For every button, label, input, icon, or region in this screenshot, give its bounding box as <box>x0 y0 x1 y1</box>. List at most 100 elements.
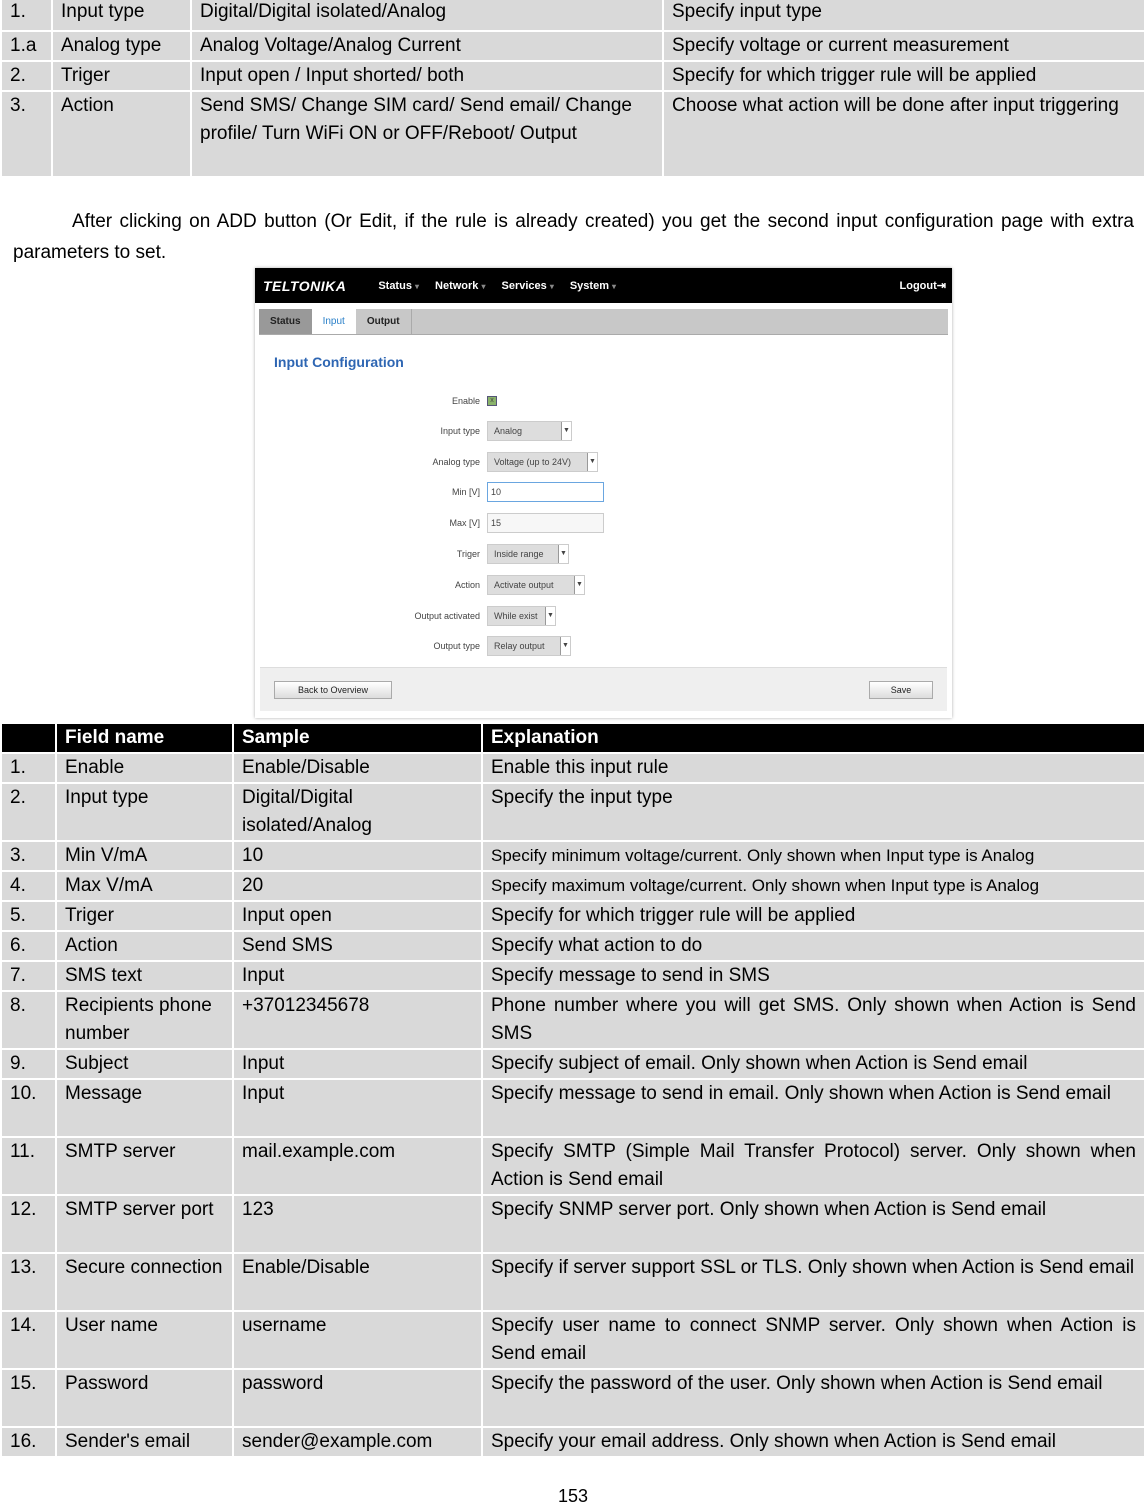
cell-number: 1.a <box>0 30 53 62</box>
cell-sample: Send SMS <box>232 930 483 962</box>
cell-sample: password <box>232 1368 483 1428</box>
cell-explanation: Specify the input type <box>481 782 1146 842</box>
cell-sample: Input <box>232 1078 483 1138</box>
cell-sample: Send SMS/ Change SIM card/ Send email/ C… <box>190 90 664 178</box>
chevron-down-icon: ▾ <box>612 281 617 291</box>
cell-explanation: Specify what action to do <box>481 930 1146 962</box>
cell-field-name: Subject <box>55 1048 234 1080</box>
cell-field-name: Sender's email <box>55 1426 234 1458</box>
back-to-overview-button[interactable]: Back to Overview <box>274 681 392 699</box>
action-select[interactable]: Activate output ▼ <box>487 575 585 595</box>
cell-explanation: Specify subject of email. Only shown whe… <box>481 1048 1146 1080</box>
logout-link[interactable]: Logout⇥ <box>900 279 946 292</box>
dropdown-arrow-icon: ▼ <box>587 453 597 471</box>
cell-field-name: Secure connection <box>55 1252 234 1312</box>
cell-number: 15. <box>0 1368 57 1428</box>
cell-number: 11. <box>0 1136 57 1196</box>
page-title: Input Configuration <box>274 354 404 370</box>
cell-number: 14. <box>0 1310 57 1370</box>
dropdown-arrow-icon: ▼ <box>560 637 570 655</box>
analog-type-select[interactable]: Voltage (up to 24V) ▼ <box>487 452 598 472</box>
header-sample: Sample <box>232 722 483 754</box>
cell-sample: 10 <box>232 840 483 872</box>
menu-status[interactable]: Status ▾ <box>378 280 419 292</box>
cell-explanation: Specify SMTP (Simple Mail Transfer Proto… <box>481 1136 1146 1196</box>
cell-field-name: User name <box>55 1310 234 1370</box>
dropdown-arrow-icon: ▼ <box>561 422 571 440</box>
dropdown-arrow-icon: ▼ <box>545 607 555 625</box>
cell-number: 7. <box>0 960 57 992</box>
cell-sample: sender@example.com <box>232 1426 483 1458</box>
table-row: 8. Recipients phone number +37012345678 Pho… <box>0 990 1146 1050</box>
cell-sample: Input <box>232 960 483 992</box>
table-row: 13. Secure connection Enable/Disable Specif… <box>0 1252 1146 1312</box>
cell-number: 3. <box>0 840 57 872</box>
cell-explanation: Enable this input rule <box>481 752 1146 784</box>
cell-field-name: Analog type <box>51 30 192 62</box>
cell-explanation: Specify the password of the user. Only s… <box>481 1368 1146 1428</box>
tab-status[interactable]: Status <box>259 309 312 334</box>
cell-number: 8. <box>0 990 57 1050</box>
table-row: 12. SMTP server port 123 Specify SNMP serve… <box>0 1194 1146 1254</box>
cell-sample: Analog Voltage/Analog Current <box>190 30 664 62</box>
output-activated-select[interactable]: While exist ▼ <box>487 606 556 626</box>
table-row: 11. SMTP server mail.example.com Specify SM… <box>0 1136 1146 1196</box>
cell-number: 1. <box>0 752 57 784</box>
cell-number: 2. <box>0 782 57 842</box>
cell-field-name: Recipients phone number <box>55 990 234 1050</box>
header-number <box>0 722 57 754</box>
input-type-select[interactable]: Analog ▼ <box>487 421 572 441</box>
cell-explanation: Specify message to send in SMS <box>481 960 1146 992</box>
cell-explanation: Specify SNMP server port. Only shown whe… <box>481 1194 1146 1254</box>
cell-field-name: SMTP server <box>55 1136 234 1196</box>
cell-field-name: Action <box>51 90 192 178</box>
tab-output[interactable]: Output <box>356 309 412 334</box>
page-number: 153 <box>557 1486 589 1506</box>
table-row: 1.a Analog type Analog Voltage/Analog Curr… <box>0 30 1146 62</box>
table-row: 9. Subject Input Specify subject of email. … <box>0 1048 1146 1080</box>
cell-sample: +37012345678 <box>232 990 483 1050</box>
cell-field-name: Max V/mA <box>55 870 234 902</box>
menu-services[interactable]: Services ▾ <box>502 280 554 292</box>
table-row: 4. Max V/mA 20 Specify maximum voltage/curr… <box>0 870 1146 902</box>
cell-explanation: Specify your email address. Only shown w… <box>481 1426 1146 1458</box>
cell-explanation: Specify if server support SSL or TLS. On… <box>481 1252 1146 1312</box>
triger-select[interactable]: Inside range ▼ <box>487 544 569 564</box>
table-row: 1. Enable Enable/Disable Enable this input … <box>0 752 1146 784</box>
max-input[interactable]: 15 <box>487 513 604 533</box>
cell-explanation: Specify user name to connect SNMP server… <box>481 1310 1146 1370</box>
cell-sample: mail.example.com <box>232 1136 483 1196</box>
top-nav: TELTONIKA Status ▾ Network ▾ Services ▾ … <box>255 268 952 303</box>
table-row: 15. Password password Specify the password … <box>0 1368 1146 1428</box>
enable-row: Enable x <box>385 391 497 411</box>
cell-explanation: Specify message to send in email. Only s… <box>481 1078 1146 1138</box>
save-button[interactable]: Save <box>869 681 933 699</box>
output-type-select[interactable]: Relay output ▼ <box>487 636 571 656</box>
table-row: 14. User name username Specify user name to… <box>0 1310 1146 1370</box>
cell-sample: Digital/Digital isolated/Analog <box>190 0 664 32</box>
cell-field-name: Input type <box>51 0 192 32</box>
router-screenshot: TELTONIKA Status ▾ Network ▾ Services ▾ … <box>255 268 952 718</box>
menu-network[interactable]: Network ▾ <box>435 280 485 292</box>
cell-explanation: Specify voltage or current measurement <box>662 30 1146 62</box>
min-input[interactable]: 10 <box>487 482 604 502</box>
cell-field-name: Triger <box>55 900 234 932</box>
cell-sample: Enable/Disable <box>232 1252 483 1312</box>
table-row: 7. SMS text Input Specify message to send i… <box>0 960 1146 992</box>
tab-input[interactable]: Input <box>311 309 356 334</box>
cell-field-name: Message <box>55 1078 234 1138</box>
cell-explanation: Specify for which trigger rule will be a… <box>481 900 1146 932</box>
cell-field-name: SMS text <box>55 960 234 992</box>
cell-number: 12. <box>0 1194 57 1254</box>
cell-field-name: Enable <box>55 752 234 784</box>
cell-explanation: Specify for which trigger rule will be a… <box>662 60 1146 92</box>
cell-sample: Input open / Input shorted/ both <box>190 60 664 92</box>
menu-system[interactable]: System ▾ <box>570 280 616 292</box>
header-field-name: Field name <box>55 722 234 754</box>
table-row: 2. Input type Digital/Digital isolated/Ana… <box>0 782 1146 842</box>
dropdown-arrow-icon: ▼ <box>558 545 568 563</box>
cell-field-name: Password <box>55 1368 234 1428</box>
teltonika-logo: TELTONIKA <box>263 277 347 294</box>
enable-checkbox[interactable]: x <box>487 396 497 406</box>
cell-number: 9. <box>0 1048 57 1080</box>
